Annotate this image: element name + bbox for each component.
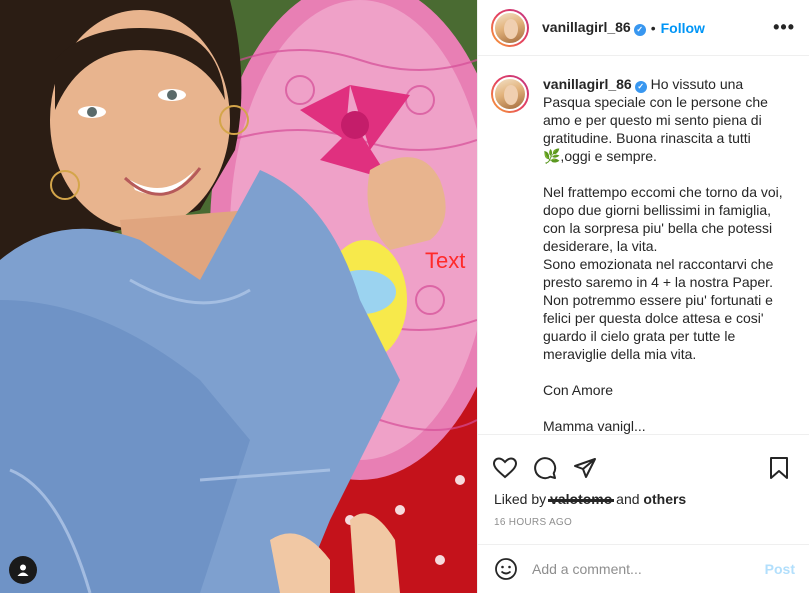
caption-verified-badge-icon: ✓	[634, 81, 647, 93]
author-avatar[interactable]	[491, 8, 529, 47]
post-image[interactable]: Text	[0, 0, 477, 593]
caption-section: vanillagirl_86 ✓ Ho vissuto una Pasqua sp…	[478, 57, 809, 434]
user-tag-icon	[17, 564, 29, 576]
post-comment-button[interactable]: Post	[765, 561, 795, 577]
author-username[interactable]: vanillagirl_86 ✓	[542, 19, 646, 36]
post-header: vanillagirl_86 ✓ • Follow •••	[478, 0, 809, 56]
caption-author-avatar[interactable]	[491, 75, 529, 113]
save-bookmark-icon[interactable]	[769, 455, 795, 481]
liked-by-prefix: Liked by	[494, 491, 547, 507]
caption-paragraph-2: Nel frattempo eccomi che torno da voi, d…	[543, 184, 783, 362]
liked-by-user[interactable]: valotomo	[548, 491, 615, 507]
caption-text: vanillagirl_86 ✓ Ho vissuto una Pasqua sp…	[543, 75, 793, 434]
verified-badge-icon: ✓	[633, 24, 646, 36]
post-actions: Liked by valotomo and others 16 HOURS AG…	[478, 434, 809, 554]
follow-button[interactable]: Follow	[661, 20, 705, 36]
caption-paragraph-4: Mamma vanigl...	[543, 418, 646, 434]
liked-by-others[interactable]: others	[643, 491, 686, 507]
caption-paragraph-3: Con Amore	[543, 382, 614, 398]
share-send-icon[interactable]	[573, 455, 599, 481]
likes-summary: Liked by valotomo and others	[478, 487, 809, 507]
post-photo-graphic	[0, 0, 477, 593]
caption-username[interactable]: vanillagirl_86 ✓	[543, 76, 647, 93]
image-overlay-text: Text	[425, 248, 466, 273]
like-heart-icon[interactable]	[493, 455, 519, 481]
separator-dot: •	[650, 19, 656, 36]
comment-bar: Post	[478, 544, 809, 593]
tagged-users-button[interactable]	[9, 556, 37, 584]
post-side-panel: vanillagirl_86 ✓ • Follow ••• vanillagirl…	[477, 0, 809, 593]
comment-input[interactable]	[532, 561, 765, 577]
comment-bubble-icon[interactable]	[533, 455, 559, 481]
more-options-icon[interactable]: •••	[773, 17, 795, 38]
emoji-icon[interactable]	[494, 557, 518, 581]
post-timestamp[interactable]: 16 HOURS AGO	[478, 507, 809, 528]
liked-by-and: and	[616, 491, 640, 507]
